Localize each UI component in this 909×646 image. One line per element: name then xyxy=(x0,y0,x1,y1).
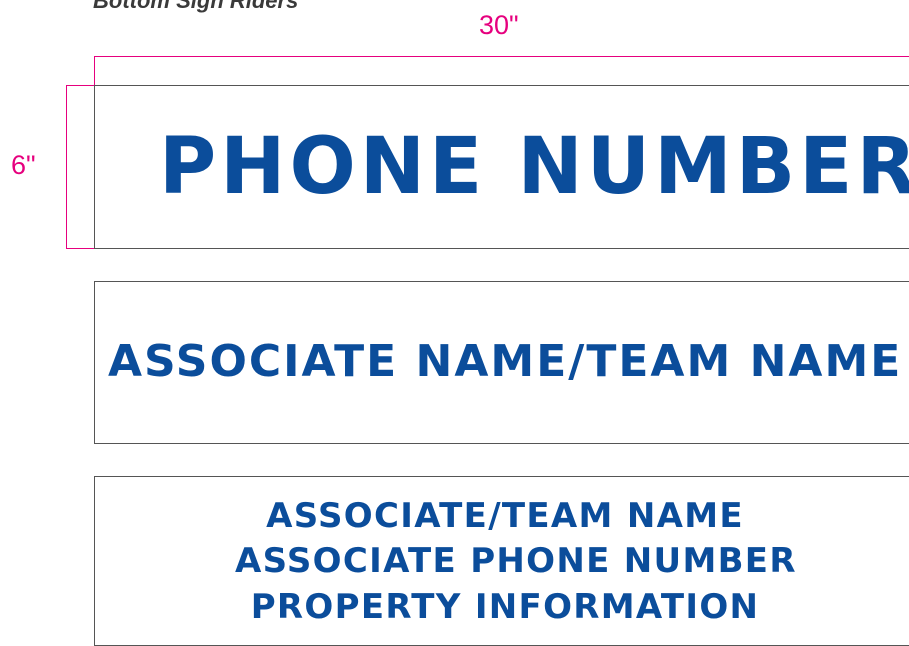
height-dimension-tick-top xyxy=(66,85,95,86)
sign-rider-associate-team-name: ASSOCIATE NAME/TEAM NAME xyxy=(94,281,909,444)
sign-rider-text-line: ASSOCIATE PHONE NUMBER xyxy=(235,541,797,581)
width-dimension-line xyxy=(94,56,909,57)
height-dimension-label: 6" xyxy=(11,150,36,180)
sign-rider-phone-number: PHONE NUMBER xyxy=(94,85,909,249)
sign-rider-text-line: ASSOCIATE/TEAM NAME xyxy=(266,496,744,536)
sign-rider-text: PHONE NUMBER xyxy=(159,122,909,212)
sign-rider-text-line: PROPERTY INFORMATION xyxy=(250,587,760,627)
sign-rider-multiline: ASSOCIATE/TEAM NAME ASSOCIATE PHONE NUMB… xyxy=(94,476,909,646)
section-title: Bottom Sign Riders xyxy=(93,0,299,13)
height-dimension-tick-bottom xyxy=(66,248,95,249)
width-dimension-tick-left xyxy=(94,56,95,86)
sign-rider-text: ASSOCIATE NAME/TEAM NAME xyxy=(108,336,903,387)
height-dimension-line xyxy=(66,85,67,249)
width-dimension-label: 30" xyxy=(479,10,519,40)
